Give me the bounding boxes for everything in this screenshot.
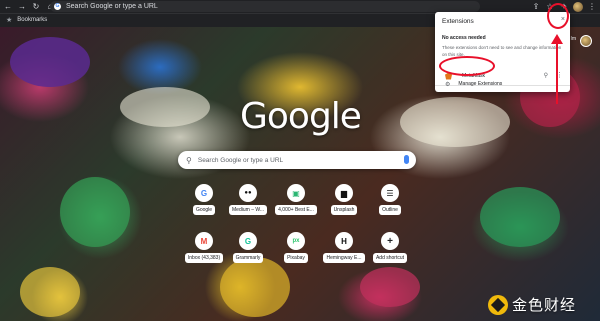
menu-kebab-icon[interactable]: ⋮ <box>587 2 597 12</box>
graffiti-shape <box>400 97 510 147</box>
shortcut-label: Unsplash <box>330 205 358 215</box>
add-shortcut-tile[interactable]: + Add shortcut <box>368 232 412 272</box>
hemingway-shortcut-icon: H <box>335 232 353 250</box>
plus-icon: + <box>381 232 399 250</box>
pixabay-shortcut-icon: px <box>287 232 305 250</box>
watermark-logo-icon <box>488 294 508 315</box>
shortcut-label: Hemingway E... <box>323 253 365 263</box>
unsplash-shortcut-icon: ▆ <box>335 184 353 202</box>
grammarly-shortcut-icon: G <box>239 232 257 250</box>
icons-shortcut-icon: ▣ <box>287 184 305 202</box>
graffiti-shape <box>120 87 210 127</box>
annotation-arrow-shaft <box>556 42 558 104</box>
shortcut-label: Pixabay <box>284 253 308 263</box>
share-icon[interactable]: ⇪ <box>531 2 541 12</box>
medium-shortcut-icon: ●● <box>239 184 257 202</box>
graffiti-shape <box>20 267 80 317</box>
search-placeholder: Search Google or type a URL <box>197 156 284 164</box>
graffiti-shape <box>60 177 130 247</box>
profile-avatar-icon[interactable] <box>573 1 583 12</box>
omnibox-text: Search Google or type a URL <box>66 3 158 10</box>
shortcut-label: 4,000+ Best E... <box>275 205 317 215</box>
gear-icon: ⚙ <box>445 81 451 88</box>
reload-icon[interactable]: ↻ <box>30 1 42 13</box>
bookmarks-label[interactable]: Bookmarks <box>17 17 47 23</box>
graffiti-shape <box>480 187 560 247</box>
no-access-heading: No access needed <box>442 35 486 41</box>
page-avatar-icon[interactable] <box>580 35 592 47</box>
gmail-shortcut-icon: M <box>195 232 213 250</box>
forward-arrow-icon[interactable]: → <box>16 1 28 13</box>
search-box[interactable]: ⚲ Search Google or type a URL <box>178 151 416 169</box>
shortcut-tile[interactable]: M Inbox (43,383) <box>182 232 226 272</box>
shortcut-tile[interactable]: G Grammarly <box>226 232 270 272</box>
search-icon: ⚲ <box>186 155 192 165</box>
google-logo: Google <box>240 96 362 137</box>
shortcut-tile[interactable]: ▆ Unsplash <box>322 184 366 224</box>
back-arrow-icon[interactable]: ← <box>2 1 14 13</box>
shortcut-label: Add shortcut <box>372 253 408 263</box>
shortcut-tile[interactable]: G Google <box>182 184 226 224</box>
shortcut-tile[interactable]: ☰ Outline <box>368 184 412 224</box>
manage-extensions-label: Manage Extensions <box>458 81 503 87</box>
shortcut-tile[interactable]: ▣ 4,000+ Best E... <box>274 184 318 224</box>
shortcut-tile[interactable]: px Pixabay <box>274 232 318 272</box>
annotation-circle-metamask <box>439 56 495 76</box>
shortcut-label: Google <box>192 205 216 215</box>
annotation-circle-puzzle <box>547 3 569 29</box>
google-g-icon: G <box>54 3 61 10</box>
shortcut-label: Inbox (43,383) <box>184 253 224 263</box>
graffiti-shape <box>10 37 90 87</box>
shortcut-label: Outline <box>379 205 401 215</box>
microphone-icon[interactable] <box>404 155 409 164</box>
outline-shortcut-icon: ☰ <box>381 184 399 202</box>
manage-extensions-row[interactable]: ⚙ Manage Extensions <box>435 79 570 89</box>
watermark: 金色财经 <box>488 294 576 315</box>
omnibox[interactable]: G Search Google or type a URL <box>50 1 480 12</box>
shortcut-label: Grammarly <box>232 253 264 263</box>
graffiti-shape <box>360 267 420 307</box>
bookmark-star-icon: ★ <box>6 17 13 24</box>
shortcut-tile[interactable]: H Hemingway E... <box>322 232 366 272</box>
google-shortcut-icon: G <box>195 184 213 202</box>
extensions-title: Extensions <box>442 18 474 25</box>
pin-icon[interactable]: ⚲ <box>544 72 548 79</box>
shortcut-tile[interactable]: ●● Medium – W... <box>226 184 270 224</box>
shortcut-label: Medium – W... <box>229 205 267 215</box>
watermark-text: 金色财经 <box>512 296 577 314</box>
